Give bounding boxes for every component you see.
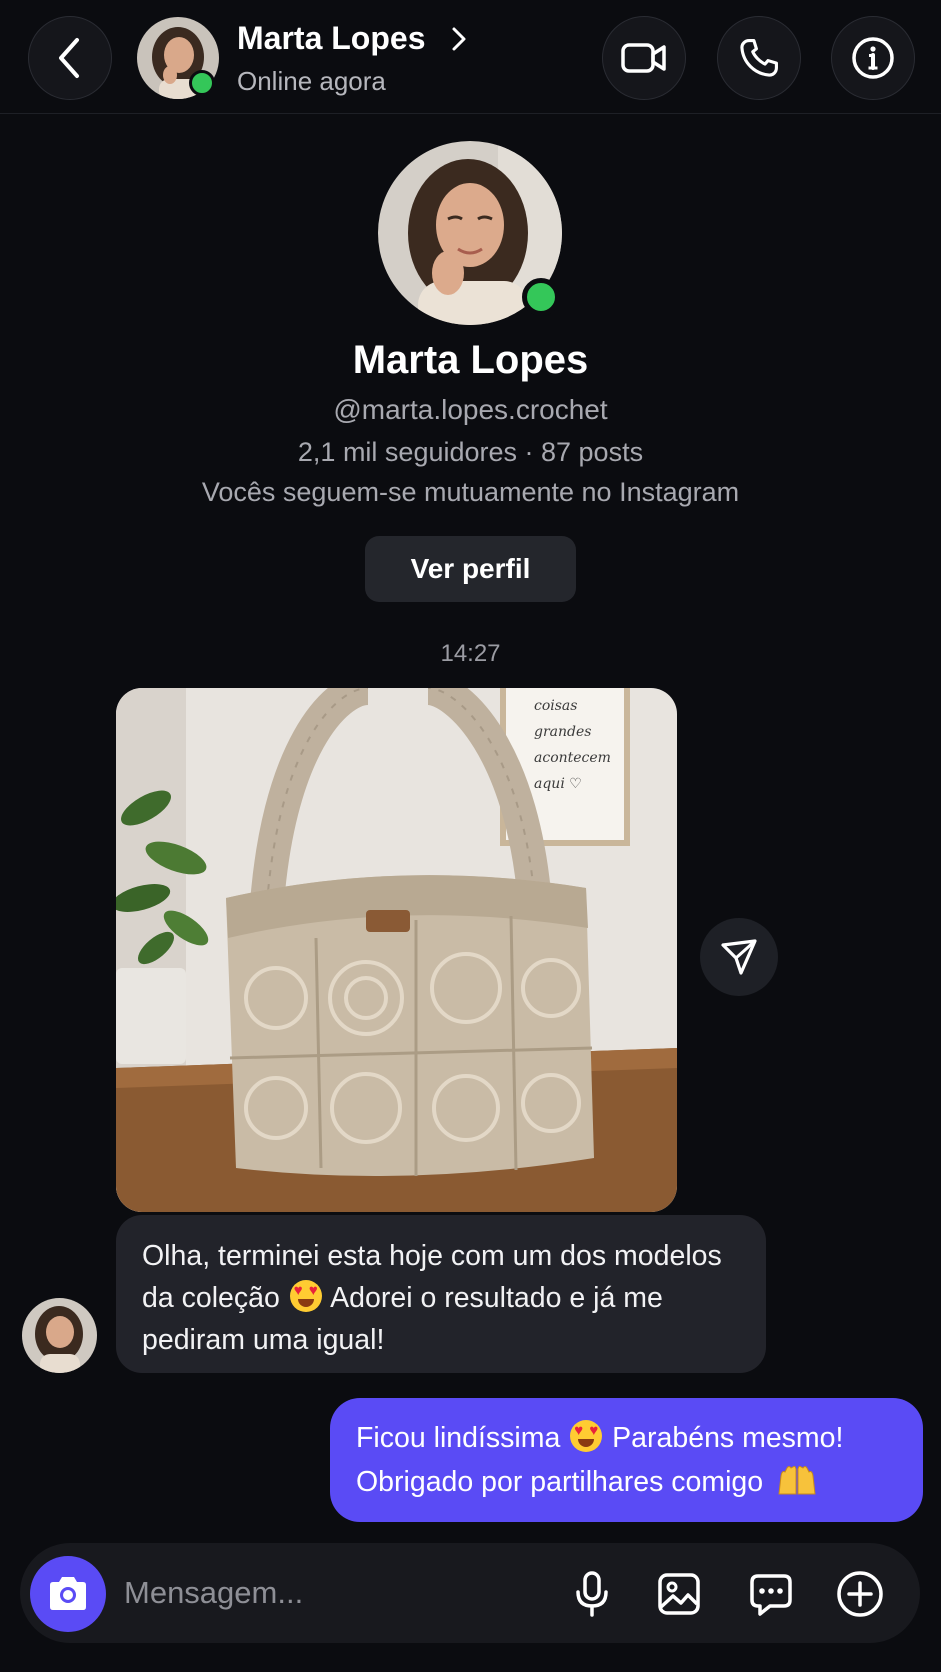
voice-call-button[interactable] — [717, 16, 801, 100]
online-indicator — [189, 70, 215, 96]
crochet-bag-photo: coisas grandes acontecem aqui ♡ — [116, 688, 677, 1212]
camera-icon — [50, 1577, 86, 1610]
view-profile-button[interactable]: Ver perfil — [365, 536, 576, 602]
profile-mutual-follow: Vocês seguem-se mutuamente no Instagram — [201, 477, 740, 507]
outgoing-text-1: Ficou lindíssima — [356, 1422, 561, 1454]
phone-icon — [740, 39, 778, 77]
message-composer — [20, 1543, 920, 1643]
chat-screen: Marta Lopes Online agora Marta Lopes @ma… — [0, 0, 941, 1672]
photo-message[interactable]: coisas grandes acontecem aqui ♡ — [116, 688, 677, 1212]
mic-icon — [576, 1571, 608, 1617]
outgoing-message-bubble[interactable]: Ficou lindíssima Parabéns mesmo! Obrigad… — [330, 1398, 923, 1522]
chevron-left-icon — [59, 38, 79, 78]
profile-stats: 2,1 mil seguidores · 87 posts — [297, 437, 644, 467]
frame-text-2: grandes — [534, 724, 591, 740]
contact-name[interactable]: Marta Lopes — [237, 20, 425, 57]
send-icon — [721, 939, 757, 975]
profile-online-indicator — [522, 278, 560, 316]
chat-header: Marta Lopes Online agora — [0, 0, 941, 114]
raising-hands-emoji-icon — [778, 1465, 816, 1495]
video-icon — [621, 43, 666, 73]
sticker-button[interactable] — [745, 1568, 797, 1620]
message-input[interactable] — [124, 1571, 504, 1615]
camera-button[interactable] — [30, 1556, 106, 1632]
frame-text-4: aqui ♡ — [534, 776, 582, 792]
share-photo-button[interactable] — [700, 918, 778, 996]
profile-handle: @marta.lopes.crochet — [333, 394, 608, 425]
profile-name: Marta Lopes — [352, 338, 589, 382]
heart-eyes-emoji-icon — [289, 1280, 322, 1312]
video-call-button[interactable] — [602, 16, 686, 100]
voice-message-button[interactable] — [566, 1568, 618, 1620]
back-button[interactable] — [28, 16, 112, 100]
gallery-button[interactable] — [653, 1568, 705, 1620]
frame-text-3: acontecem — [534, 750, 611, 766]
incoming-message-bubble[interactable]: Olha, terminei esta hoje com um dos mode… — [116, 1215, 766, 1373]
sender-portrait — [22, 1298, 97, 1373]
plus-icon — [837, 1571, 883, 1617]
gallery-icon — [658, 1573, 700, 1615]
message-timestamp: 14:27 — [440, 640, 501, 667]
chevron-right-icon[interactable] — [450, 26, 468, 52]
contact-status: Online agora — [237, 66, 386, 96]
sender-avatar[interactable] — [22, 1298, 97, 1373]
info-icon — [852, 37, 894, 79]
info-button[interactable] — [831, 16, 915, 100]
frame-text-1: coisas — [534, 698, 577, 714]
heart-eyes-emoji-icon — [570, 1420, 603, 1452]
more-options-button[interactable] — [834, 1568, 886, 1620]
sticker-icon — [750, 1574, 792, 1616]
